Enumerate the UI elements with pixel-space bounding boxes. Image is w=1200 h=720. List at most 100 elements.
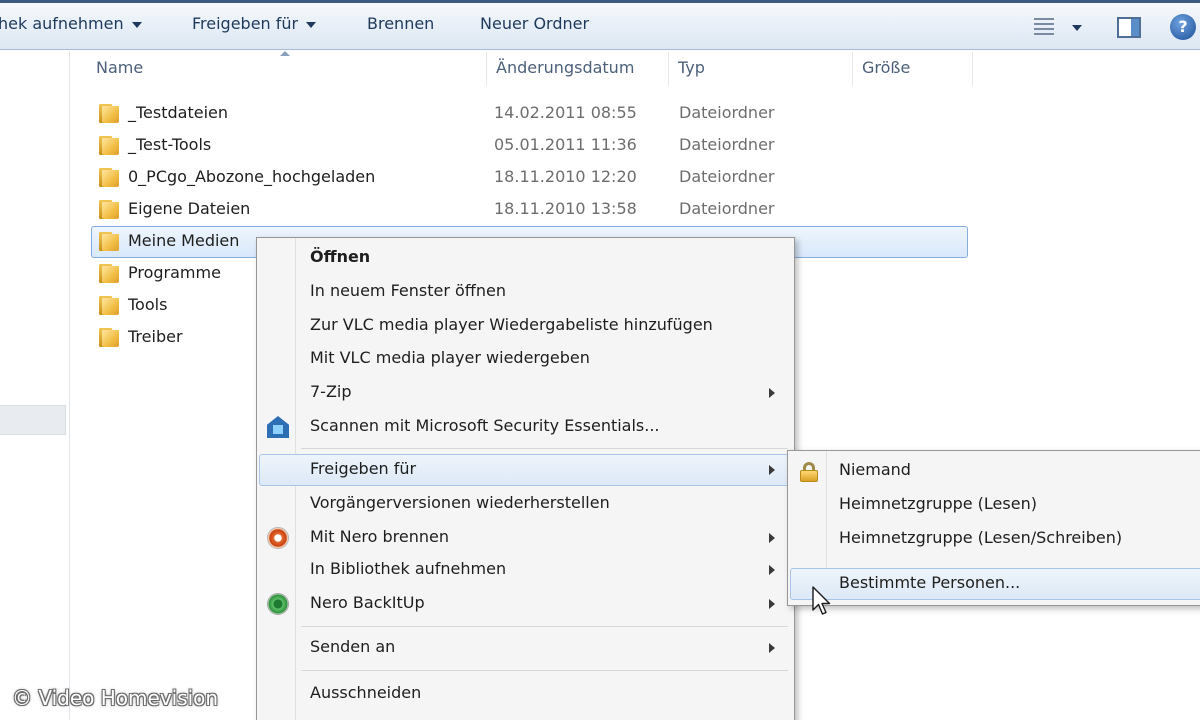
- folder-icon: [99, 264, 119, 283]
- menu-separator: [301, 448, 788, 449]
- file-name: _Test-Tools: [128, 135, 212, 154]
- menu-item-label: Ausschneiden: [310, 683, 422, 702]
- menu-item-vlc-add-playlist[interactable]: Zur VLC media player Wiedergabeliste hin…: [259, 310, 792, 342]
- submenu-arrow-icon: [769, 388, 775, 398]
- file-type: Dateiordner: [679, 199, 775, 218]
- nav-selected-item[interactable]: [0, 405, 66, 435]
- file-row[interactable]: Eigene Dateien 18.11.2010 13:58 Dateiord…: [91, 194, 968, 226]
- column-divider[interactable]: [486, 52, 487, 86]
- submenu-item-label: Bestimmte Personen...: [839, 573, 1021, 592]
- menu-item-include-in-library[interactable]: In Bibliothek aufnehmen: [259, 554, 792, 586]
- menu-item-nero-burn[interactable]: Mit Nero brennen: [259, 522, 792, 554]
- help-icon[interactable]: ?: [1170, 14, 1196, 40]
- command-toolbar: hek aufnehmen Freigeben für Brennen Neue…: [0, 0, 1200, 50]
- column-header-type[interactable]: Typ: [678, 58, 705, 77]
- folder-icon: [99, 168, 119, 187]
- submenu-arrow-icon: [769, 643, 775, 653]
- file-type: Dateiordner: [679, 167, 775, 186]
- menu-item-7zip[interactable]: 7-Zip: [259, 377, 792, 409]
- file-row[interactable]: _Test-Tools 05.01.2011 11:36 Dateiordner: [91, 130, 968, 162]
- copyright-watermark: © Video Homevision: [12, 686, 219, 710]
- nero-backitup-icon: [267, 593, 289, 615]
- menu-item-label: 7-Zip: [310, 382, 352, 401]
- nero-burn-icon: [267, 527, 289, 549]
- menu-item-label: Vorgängerversionen wiederherstellen: [310, 493, 610, 512]
- file-type: Dateiordner: [679, 103, 775, 122]
- menu-item-cut[interactable]: Ausschneiden: [259, 678, 792, 710]
- menu-separator: [301, 626, 788, 627]
- folder-icon: [99, 296, 119, 315]
- folder-icon: [99, 328, 119, 347]
- menu-item-label: Freigeben für: [310, 459, 417, 478]
- file-row[interactable]: 0_PCgo_Abozone_hochgeladen 18.11.2010 12…: [91, 162, 968, 194]
- menu-item-vlc-play[interactable]: Mit VLC media player wiedergeben: [259, 343, 792, 375]
- column-header-size[interactable]: Größe: [862, 58, 910, 77]
- menu-item-label: Nero BackItUp: [310, 593, 425, 612]
- lock-icon: [800, 462, 818, 482]
- file-name: Treiber: [128, 327, 183, 346]
- menu-item-label: Öffnen: [310, 247, 371, 266]
- menu-item-label: In neuem Fenster öffnen: [310, 281, 506, 300]
- menu-item-label: Scannen mit Microsoft Security Essential…: [310, 416, 660, 435]
- file-date: 05.01.2011 11:36: [494, 135, 637, 154]
- navigation-pane[interactable]: [0, 51, 70, 720]
- menu-item-send-to[interactable]: Senden an: [259, 632, 792, 664]
- folder-icon: [99, 200, 119, 219]
- submenu-arrow-icon: [769, 599, 775, 609]
- share-with-label: Freigeben für: [192, 14, 299, 33]
- share-with-button[interactable]: Freigeben für: [192, 14, 317, 33]
- menu-item-restore-previous-versions[interactable]: Vorgängerversionen wiederherstellen: [259, 488, 792, 520]
- file-name: Meine Medien: [128, 231, 240, 250]
- preview-pane-icon[interactable]: [1117, 17, 1141, 38]
- include-in-library-button[interactable]: hek aufnehmen: [0, 14, 142, 33]
- menu-item-label: Mit VLC media player wiedergeben: [310, 348, 590, 367]
- submenu-arrow-icon: [769, 565, 775, 575]
- menu-item-scan-security-essentials[interactable]: Scannen mit Microsoft Security Essential…: [259, 411, 792, 443]
- file-date: 14.02.2011 08:55: [494, 103, 637, 122]
- menu-item-label: Mit Nero brennen: [310, 527, 450, 546]
- folder-icon: [99, 232, 119, 251]
- view-list-icon[interactable]: [1034, 17, 1054, 35]
- column-divider[interactable]: [972, 52, 973, 86]
- chevron-down-icon: [306, 21, 317, 28]
- submenu-item-nobody[interactable]: Niemand: [790, 455, 1200, 487]
- submenu-arrow-icon: [769, 465, 775, 475]
- file-date: 18.11.2010 12:20: [494, 167, 637, 186]
- menu-item-label: Senden an: [310, 637, 396, 656]
- menu-item-open[interactable]: Öffnen: [259, 242, 792, 274]
- security-essentials-icon: [267, 416, 289, 438]
- burn-button[interactable]: Brennen: [367, 14, 434, 33]
- file-name: _Testdateien: [128, 103, 229, 122]
- menu-item-nero-backitup[interactable]: Nero BackItUp: [259, 588, 792, 620]
- file-name: Eigene Dateien: [128, 199, 251, 218]
- chevron-down-icon: [131, 21, 142, 28]
- submenu-item-label: Heimnetzgruppe (Lesen): [839, 494, 1037, 513]
- column-divider[interactable]: [852, 52, 853, 86]
- file-row[interactable]: _Testdateien 14.02.2011 08:55 Dateiordne…: [91, 98, 968, 130]
- column-divider[interactable]: [668, 52, 669, 86]
- submenu-item-specific-people[interactable]: Bestimmte Personen...: [790, 568, 1200, 600]
- new-folder-button[interactable]: Neuer Ordner: [480, 14, 589, 33]
- file-name: Tools: [128, 295, 168, 314]
- folder-icon: [99, 104, 119, 123]
- column-header-date[interactable]: Änderungsdatum: [496, 58, 634, 77]
- file-date: 18.11.2010 13:58: [494, 199, 637, 218]
- file-name: 0_PCgo_Abozone_hochgeladen: [128, 167, 376, 186]
- share-with-submenu: Niemand Heimnetzgruppe (Lesen) Heimnetzg…: [787, 450, 1200, 606]
- menu-item-share-with[interactable]: Freigeben für: [259, 454, 792, 486]
- include-in-library-label: hek aufnehmen: [0, 14, 124, 33]
- menu-item-open-new-window[interactable]: In neuem Fenster öffnen: [259, 276, 792, 308]
- file-type: Dateiordner: [679, 135, 775, 154]
- submenu-item-label: Heimnetzgruppe (Lesen/Schreiben): [839, 528, 1123, 547]
- folder-icon: [99, 136, 119, 155]
- column-header-name[interactable]: Name: [96, 58, 143, 77]
- context-menu: Öffnen In neuem Fenster öffnen Zur VLC m…: [256, 237, 795, 720]
- mouse-cursor-icon: [812, 586, 831, 615]
- menu-item-label: In Bibliothek aufnehmen: [310, 559, 507, 578]
- menu-separator: [301, 670, 788, 671]
- submenu-item-homegroup-read[interactable]: Heimnetzgruppe (Lesen): [790, 489, 1200, 521]
- submenu-arrow-icon: [769, 533, 775, 543]
- views-dropdown-chevron-icon[interactable]: [1072, 25, 1082, 31]
- menu-item-label: Zur VLC media player Wiedergabeliste hin…: [310, 315, 713, 334]
- submenu-item-homegroup-read-write[interactable]: Heimnetzgruppe (Lesen/Schreiben): [790, 523, 1200, 555]
